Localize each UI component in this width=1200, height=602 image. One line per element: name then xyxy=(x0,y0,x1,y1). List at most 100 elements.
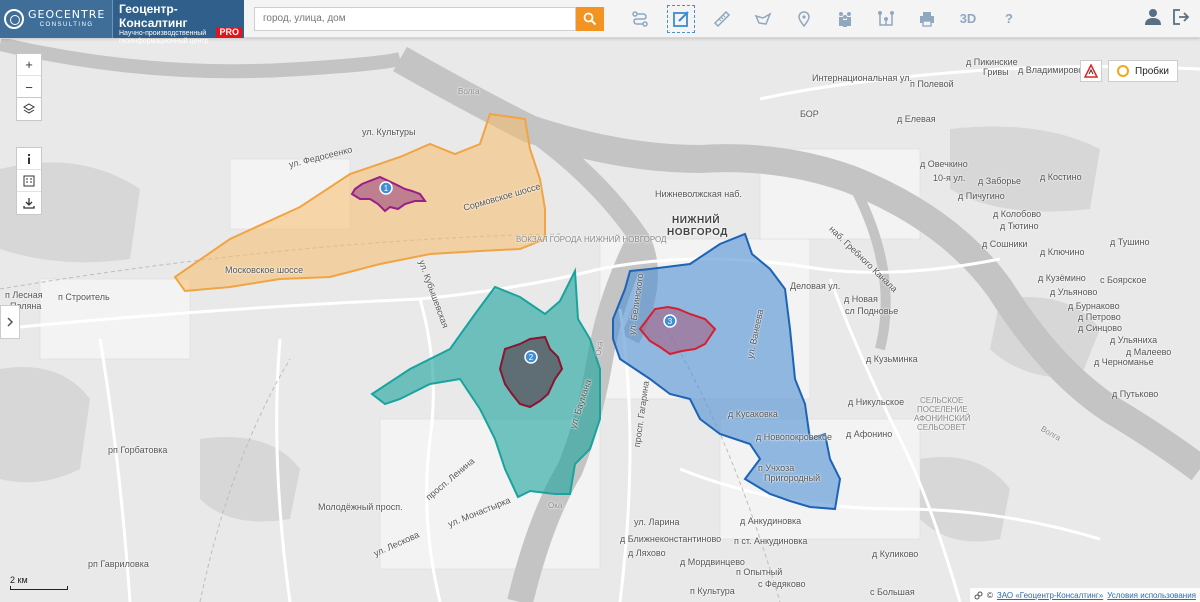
scale-label: 2 км xyxy=(10,575,28,585)
place-label: д Анкудиновка xyxy=(740,516,802,526)
legend-button[interactable] xyxy=(17,170,41,192)
street-label: Молодёжный просп. xyxy=(318,502,403,512)
place-label: д Елевая xyxy=(897,114,936,124)
place-label: п Лесная xyxy=(5,290,43,300)
search-button[interactable] xyxy=(576,6,604,31)
place-label: д Черноманье xyxy=(1094,357,1154,367)
street-label: Нижневолжская наб. xyxy=(655,189,742,199)
place-label: д Путьково xyxy=(1112,389,1159,399)
zoom-in-button[interactable]: + xyxy=(17,54,41,76)
place-label: п Опытный xyxy=(736,567,783,577)
user-area xyxy=(1144,8,1190,26)
route-tool-button[interactable] xyxy=(626,5,654,33)
marker-3[interactable]: 3 xyxy=(663,314,677,328)
place-label: д Владимирово xyxy=(1018,65,1084,75)
terms-link[interactable]: Условия использования xyxy=(1107,591,1196,600)
edit-tool-button[interactable] xyxy=(667,4,695,33)
copyright-sign: © xyxy=(987,590,993,600)
download-button[interactable] xyxy=(17,192,41,214)
logout-icon[interactable] xyxy=(1172,8,1190,26)
zoom-out-button[interactable]: − xyxy=(17,76,41,98)
street-label: Московское шоссе xyxy=(225,265,304,275)
place-label: д Мордвинцево xyxy=(680,557,745,567)
place-label: с Федяково xyxy=(758,579,806,589)
place-label: п Учхоза xyxy=(758,463,795,473)
place-label: рп Горбатовка xyxy=(108,445,168,455)
traffic-label: Пробки xyxy=(1135,65,1169,77)
ruler-tool-button[interactable] xyxy=(708,5,736,33)
print-icon xyxy=(920,11,934,27)
place-label: п Культура xyxy=(690,586,735,596)
user-icon[interactable] xyxy=(1144,8,1162,26)
ruler-icon xyxy=(713,10,731,27)
city-label: НИЖНИЙ xyxy=(672,215,721,226)
legend-icon xyxy=(23,175,35,186)
place-label: д Никульское xyxy=(848,397,905,407)
marker-1[interactable]: 1 xyxy=(379,181,393,195)
print-button[interactable] xyxy=(913,5,941,33)
city-label-2: НОВГОРОД xyxy=(667,227,728,238)
info-icon xyxy=(28,153,30,164)
download-icon xyxy=(23,198,35,209)
place-label: д Ключино xyxy=(1040,247,1085,257)
copyright-owner-link[interactable]: ЗАО «Геоцентр-Консалтинг» xyxy=(997,591,1103,600)
street-label: Интернациональная ул. xyxy=(812,73,912,83)
logo-circle-icon xyxy=(4,8,24,29)
place-label: д Пичугино xyxy=(958,191,1005,201)
scale-bar: 2 км xyxy=(10,575,68,590)
district-label: СЕЛЬСОВЕТ xyxy=(917,423,966,432)
place-label: д Афонино xyxy=(846,429,893,439)
place-label: д Петрово xyxy=(1078,312,1121,322)
traffic-icon xyxy=(1117,65,1129,77)
map-canvas[interactable]: 1 2 3 НИЖНИЙ НОВГОРОД д Пикинские Гривы … xyxy=(0,39,1200,602)
sidebar-toggle-button[interactable] xyxy=(0,305,20,339)
marker-tool-button[interactable] xyxy=(790,5,818,33)
pro-badge: PRO xyxy=(216,26,242,38)
search-bar xyxy=(254,6,604,31)
road-work-button[interactable] xyxy=(1080,60,1102,82)
place-label: д Заборье xyxy=(978,176,1022,186)
route-icon xyxy=(632,10,648,27)
3d-button[interactable]: 3D xyxy=(954,5,982,33)
place-label: д Тушино xyxy=(1110,237,1150,247)
logo-subtext: CONSULTING xyxy=(39,22,94,28)
place-label: д Тютино xyxy=(1000,221,1039,231)
place-label: д Кузёмино xyxy=(1038,273,1086,283)
place-label: п ст. Анкудиновка xyxy=(734,536,808,546)
place-label: д Новая xyxy=(844,294,878,304)
marker-2-label: 2 xyxy=(529,353,534,362)
company-logo[interactable]: GEOCENTRE CONSULTING xyxy=(0,0,112,38)
network-tool-button[interactable] xyxy=(872,5,900,33)
place-label: Гривы xyxy=(983,67,1009,77)
place-label: д Бурнаково xyxy=(1068,301,1120,311)
search-input[interactable] xyxy=(254,6,576,31)
district-label: СЕЛЬСКОЕ xyxy=(920,396,964,405)
copyright-bar: © ЗАО «Геоцентр-Консалтинг» Условия испо… xyxy=(970,588,1200,602)
road-sign-icon xyxy=(1084,64,1098,78)
layers-button[interactable] xyxy=(17,98,41,120)
logo-text: GEOCENTRE xyxy=(28,8,106,21)
area-tool-button[interactable] xyxy=(749,5,777,33)
company-name-block: Геоцентр-Консалтинг Научно-производствен… xyxy=(112,0,244,45)
place-label: д Ляхово xyxy=(628,548,666,558)
people-icon xyxy=(839,11,851,27)
place-label: Пригородный xyxy=(764,473,821,483)
help-button[interactable]: ? xyxy=(995,5,1023,33)
top-toolbar: GEOCENTRE CONSULTING Геоцентр-Консалтинг… xyxy=(0,0,1200,45)
marker-2[interactable]: 2 xyxy=(524,350,538,364)
info-button[interactable] xyxy=(17,148,41,170)
district-label: ПОСЕЛЕНИЕ xyxy=(917,405,968,414)
traffic-controls: Пробки xyxy=(1080,60,1178,82)
place-label: д Пикинские xyxy=(966,57,1018,67)
place-label: д Овечкино xyxy=(920,159,968,169)
traffic-toggle-button[interactable]: Пробки xyxy=(1108,60,1178,82)
layers-control xyxy=(16,97,42,121)
place-label: д Кузьминка xyxy=(866,354,918,364)
place-label: д Кусаковка xyxy=(728,409,778,419)
people-tool-button[interactable] xyxy=(831,5,859,33)
info-controls xyxy=(16,147,42,215)
area-icon xyxy=(754,11,772,25)
district-label: АФОНИНСКИЙ xyxy=(914,414,971,423)
edit-icon xyxy=(673,10,689,27)
place-label: д Синцово xyxy=(1078,323,1122,333)
